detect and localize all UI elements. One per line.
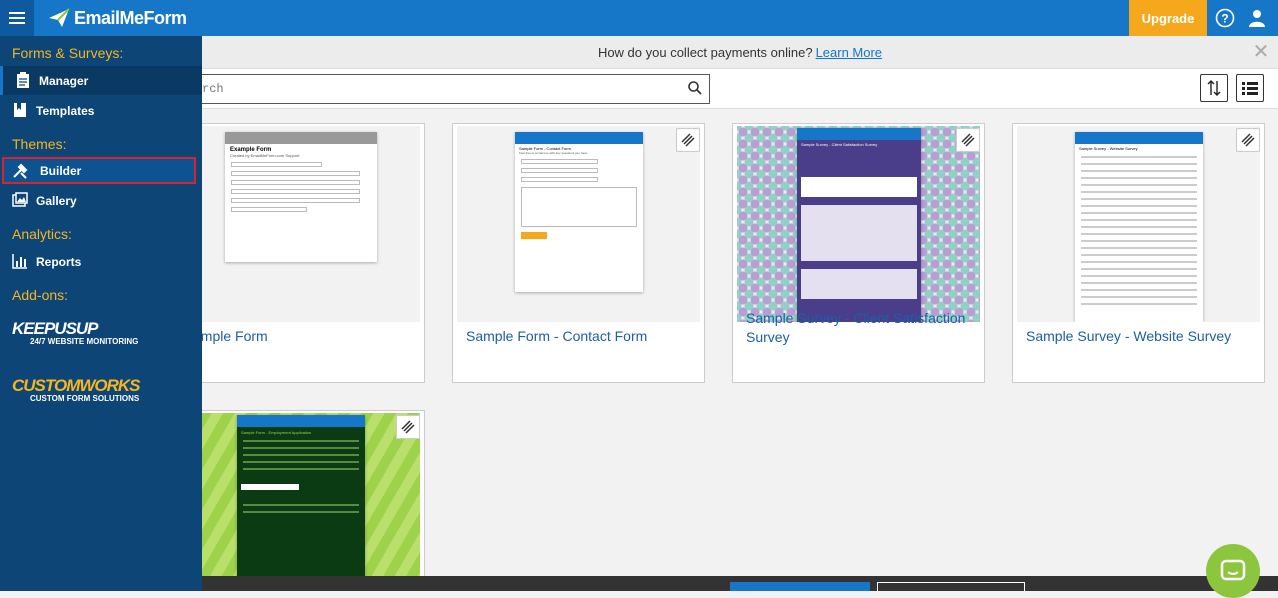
promo-banner: How do you collect payments online? Lear… bbox=[202, 36, 1278, 69]
search-input[interactable] bbox=[202, 74, 710, 104]
section-label: Themes: bbox=[12, 136, 67, 152]
template-thumbnail[interactable]: Sample Form - Contact Form Feel free to … bbox=[457, 126, 700, 322]
image-icon bbox=[12, 192, 28, 207]
chat-icon bbox=[1220, 559, 1246, 581]
template-card[interactable]: Example Form Created by EmailMeForm.com … bbox=[172, 123, 425, 383]
list-icon bbox=[1242, 82, 1258, 95]
clone-icon[interactable] bbox=[1236, 128, 1260, 152]
top-bar: EmailMeForm Upgrade ? bbox=[0, 0, 1278, 36]
template-title[interactable]: Sample Survey - Website Survey bbox=[1026, 327, 1254, 346]
template-thumbnail[interactable]: Sample Survey - Website Survey bbox=[1017, 126, 1260, 322]
app-logo[interactable]: EmailMeForm bbox=[48, 6, 187, 30]
bookmark-icon bbox=[14, 103, 26, 117]
sidebar: Forms & Surveys: Manager Templates Theme… bbox=[0, 36, 202, 591]
sidebar-item-label: Manager bbox=[39, 73, 89, 88]
learn-more-link[interactable]: Learn More bbox=[816, 45, 882, 60]
clone-icon[interactable] bbox=[676, 128, 700, 152]
template-card[interactable]: Sample Survey - Client Satisfaction Surv… bbox=[732, 123, 985, 383]
clone-icon[interactable] bbox=[956, 128, 980, 152]
addon-tagline: 24/7 WEBSITE MONITORING bbox=[30, 337, 139, 346]
bar-chart-icon bbox=[12, 254, 27, 269]
template-thumbnail[interactable]: Example Form Created by EmailMeForm.com … bbox=[177, 126, 420, 322]
upgrade-button[interactable]: Upgrade bbox=[1129, 0, 1207, 36]
sidebar-item-label: Gallery bbox=[36, 193, 77, 208]
template-title[interactable]: Sample Form - Contact Form bbox=[466, 327, 694, 346]
menu-icon[interactable] bbox=[0, 0, 34, 36]
clipboard-icon bbox=[17, 72, 29, 88]
template-card[interactable]: Sample Survey - Website Survey Sample Su… bbox=[1012, 123, 1265, 383]
section-label: Forms & Surveys: bbox=[12, 45, 124, 61]
toolbar bbox=[202, 69, 1278, 109]
user-icon[interactable] bbox=[1246, 7, 1268, 29]
sort-button[interactable] bbox=[1200, 74, 1228, 102]
sidebar-item-manager[interactable]: Manager bbox=[0, 66, 202, 95]
thumb-title: Sample Survey - Website Survey bbox=[1079, 146, 1138, 151]
keepusup-addon[interactable]: KEEPUSUP 24/7 WEBSITE MONITORING bbox=[12, 319, 138, 346]
thumb-title: Sample Form - Employment Application bbox=[241, 430, 312, 435]
template-title[interactable]: xample Form bbox=[186, 327, 414, 346]
template-thumbnail[interactable]: Sample Form - Employment Application bbox=[177, 413, 420, 589]
thumb-subtitle: Created by EmailMeForm.com Support bbox=[230, 153, 300, 158]
template-card[interactable]: Sample Form - Contact Form Feel free to … bbox=[452, 123, 705, 383]
sidebar-item-label: Builder bbox=[40, 163, 82, 178]
template-thumbnail[interactable]: Sample Survey - Client Satisfaction Surv… bbox=[737, 126, 980, 322]
section-label: Add-ons: bbox=[12, 287, 69, 303]
logo-icon bbox=[49, 8, 70, 27]
addon-brand: CUSTOMWORKS bbox=[12, 376, 141, 395]
sort-icon bbox=[1207, 80, 1221, 96]
sidebar-item-label: Templates bbox=[36, 103, 95, 118]
primary-action-button[interactable] bbox=[730, 582, 870, 591]
banner-text: How do you collect payments online? bbox=[597, 44, 813, 60]
svg-text:?: ? bbox=[1221, 12, 1228, 26]
close-icon[interactable]: ✕ bbox=[1252, 42, 1270, 62]
thumb-title: Example Form bbox=[230, 147, 272, 153]
section-label: Analytics: bbox=[12, 226, 72, 242]
list-view-button[interactable] bbox=[1236, 74, 1264, 102]
addon-tagline: CUSTOM FORM SOLUTIONS bbox=[30, 394, 140, 403]
customworks-addon[interactable]: CUSTOMWORKS CUSTOM FORM SOLUTIONS bbox=[12, 376, 141, 403]
sidebar-item-reports[interactable]: Reports bbox=[0, 247, 202, 276]
secondary-action-button[interactable] bbox=[877, 582, 1025, 591]
sidebar-item-templates[interactable]: Templates bbox=[0, 96, 202, 125]
sidebar-item-label: Reports bbox=[36, 254, 82, 269]
template-title[interactable]: Sample Survey - Client Satisfaction Surv… bbox=[746, 309, 974, 347]
app-name: EmailMeForm bbox=[74, 7, 187, 28]
sidebar-item-gallery[interactable]: Gallery bbox=[0, 186, 202, 215]
chat-button[interactable] bbox=[1206, 544, 1260, 598]
thumb-subtitle: Feel free to contact us with any questio… bbox=[519, 151, 589, 155]
help-icon[interactable]: ? bbox=[1214, 7, 1236, 29]
template-card[interactable]: Sample Form - Employment Application bbox=[172, 410, 425, 591]
clone-icon[interactable] bbox=[396, 415, 420, 439]
tools-icon bbox=[13, 163, 28, 179]
thumb-title: Sample Survey - Client Satisfaction Surv… bbox=[801, 142, 878, 147]
bottom-action-bar bbox=[202, 576, 1278, 591]
addon-brand: KEEPUSUP bbox=[12, 319, 99, 338]
thumb-title: Sample Form - Contact Form bbox=[519, 146, 571, 151]
search-icon[interactable] bbox=[688, 81, 702, 95]
sidebar-item-builder[interactable]: Builder bbox=[2, 157, 196, 184]
